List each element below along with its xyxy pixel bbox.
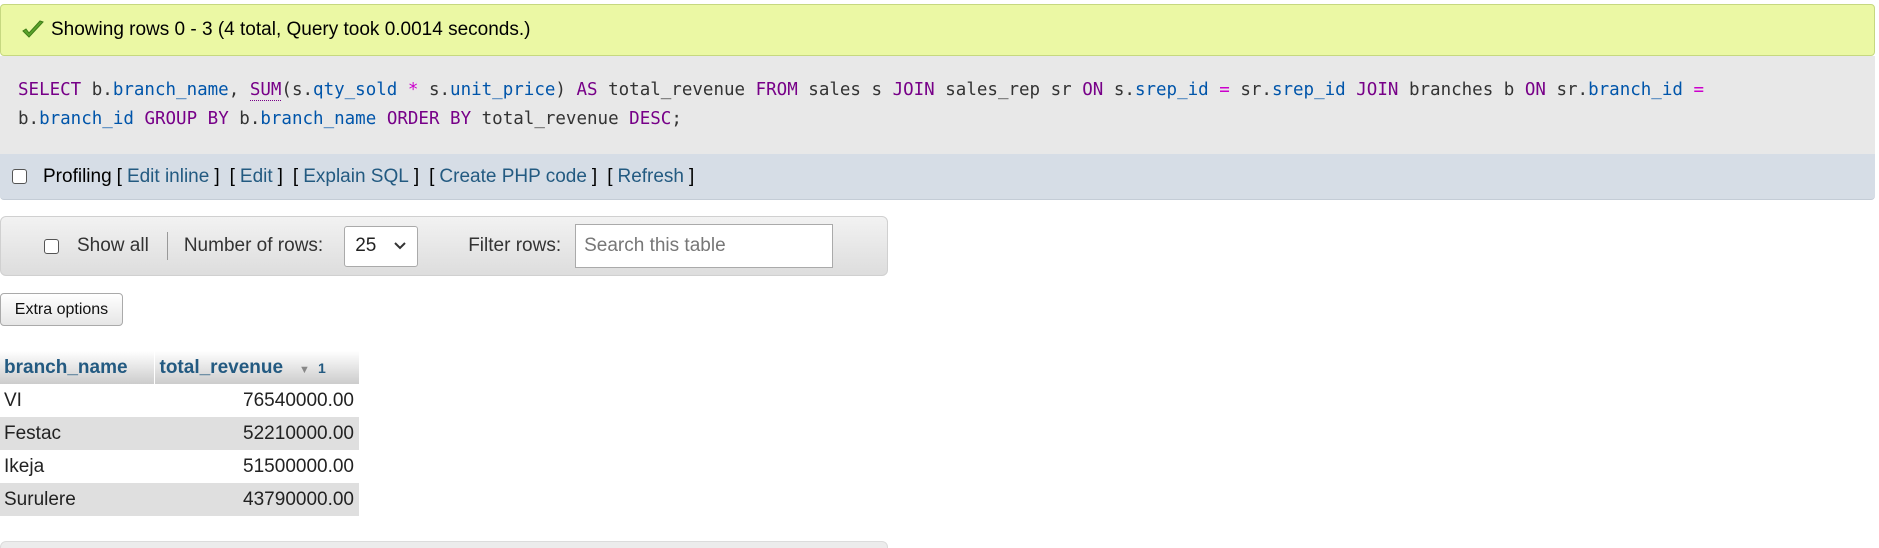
cell-total-revenue[interactable]: 51500000.00: [154, 450, 359, 483]
navigation-toolbar: Show all Number of rows: 25 Filter rows:: [0, 216, 888, 276]
bracket: ]: [277, 165, 283, 187]
profiling-checkbox[interactable]: [12, 169, 27, 184]
chevron-down-icon: [393, 235, 407, 257]
sql-token: ;: [671, 109, 682, 129]
table-row: VI 76540000.00: [0, 384, 359, 417]
sql-token: srep_id: [1271, 80, 1346, 100]
bracket: [: [229, 165, 235, 187]
sql-token: b.: [228, 109, 261, 129]
sql-query-display: SELECT b.branch_name, SUM(s.qty_sold * s…: [0, 56, 1875, 154]
show-all-checkbox[interactable]: [44, 238, 59, 254]
filter-rows-input[interactable]: [575, 224, 834, 268]
sql-token: srep_id: [1134, 80, 1209, 100]
sql-token: branch_id: [1588, 80, 1683, 100]
sql-token: s.: [1103, 80, 1135, 100]
sql-token: sr.: [1229, 80, 1272, 100]
bracket: ]: [689, 165, 695, 187]
sql-token: JOIN: [892, 80, 935, 100]
sql-token: sales_rep sr: [934, 80, 1083, 100]
rows-label: Number of rows:: [183, 235, 324, 256]
sql-token: SUM: [249, 80, 282, 101]
sql-token: =: [1219, 80, 1230, 100]
sql-token: =: [1693, 80, 1705, 100]
sql-token: total_revenue: [471, 109, 630, 129]
bracket: [: [292, 165, 299, 187]
sql-token: branch_name: [260, 109, 377, 129]
bracket: [: [116, 165, 122, 187]
sql-token: qty_sold: [313, 80, 398, 100]
filter-rows-label: Filter rows:: [468, 235, 562, 256]
show-all-label[interactable]: Show all: [77, 235, 149, 257]
explain-sql-link[interactable]: Explain SQL: [303, 166, 409, 188]
edit-link[interactable]: Edit: [240, 166, 273, 188]
column-header-branch-name[interactable]: branch_name: [0, 351, 155, 384]
sql-token: b.: [81, 80, 113, 100]
column-label: branch_name: [4, 356, 128, 378]
sql-token: FROM: [755, 80, 798, 100]
profiling-label: Profiling: [43, 165, 112, 187]
cell-branch-name[interactable]: Surulere: [0, 483, 154, 516]
sql-token: JOIN: [1356, 80, 1399, 100]
rows-per-page-value: 25: [355, 235, 377, 256]
sql-token: total_revenue: [597, 80, 756, 100]
sql-token: s.: [418, 80, 451, 100]
cell-total-revenue[interactable]: 43790000.00: [154, 483, 359, 516]
column-header-total-revenue[interactable]: total_revenue ▼ 1: [154, 351, 360, 384]
sql-token: ON: [1524, 80, 1546, 100]
cell-branch-name[interactable]: Ikeja: [0, 450, 154, 483]
sort-descending-icon: ▼: [299, 363, 310, 376]
cell-branch-name[interactable]: VI: [0, 384, 154, 417]
edit-inline-link[interactable]: Edit inline: [127, 166, 209, 188]
rows-per-page-select[interactable]: 25: [344, 225, 419, 267]
sql-token: AS: [576, 80, 598, 100]
results-table: branch_name total_revenue ▼ 1 VI 76540000.…: [0, 351, 360, 516]
bracket: ]: [214, 165, 220, 187]
sql-token: SELECT: [18, 80, 82, 100]
check-icon: [21, 19, 45, 41]
success-message: Showing rows 0 - 3 (4 total, Query took …: [0, 4, 1875, 56]
sql-token: ON: [1082, 80, 1104, 100]
table-row: Surulere 43790000.00: [0, 483, 359, 516]
refresh-link[interactable]: Refresh: [617, 166, 684, 188]
cell-total-revenue[interactable]: 52210000.00: [154, 417, 359, 450]
bracket: [: [429, 165, 435, 187]
column-label: total_revenue: [159, 356, 284, 378]
bracket: [: [607, 165, 613, 187]
sql-token: branch_id: [39, 109, 134, 129]
sql-token: GROUP BY: [144, 109, 229, 129]
sql-token: ,: [228, 80, 250, 100]
bracket: ]: [591, 165, 598, 187]
sql-token: ORDER BY: [386, 109, 472, 129]
cell-branch-name[interactable]: Festac: [0, 417, 154, 450]
sql-token: b.: [18, 109, 40, 129]
sql-token: sr.: [1545, 80, 1589, 100]
bottom-navigation-toolbar: [0, 541, 888, 548]
sql-token: sales s: [797, 80, 893, 100]
create-php-code-link[interactable]: Create PHP code: [439, 166, 587, 188]
table-row: Festac 52210000.00: [0, 417, 359, 450]
sql-token: (s.: [281, 80, 314, 100]
bracket: ]: [413, 165, 420, 187]
table-row: Ikeja 51500000.00: [0, 450, 359, 483]
sql-token: unit_price: [450, 80, 556, 100]
table-header-row: branch_name total_revenue ▼ 1: [0, 351, 360, 384]
divider: [166, 232, 168, 260]
profiling-toolbar: Profiling [ Edit inline ] [ Edit ] [ Exp…: [0, 154, 1875, 200]
cell-total-revenue[interactable]: 76540000.00: [154, 384, 359, 417]
sort-order-number: 1: [317, 359, 326, 376]
success-text: Showing rows 0 - 3 (4 total, Query took …: [51, 19, 531, 40]
extra-options-button[interactable]: Extra options: [0, 293, 123, 326]
sql-token: *: [407, 80, 419, 100]
sql-token: DESC: [629, 109, 672, 129]
sql-token: branches b: [1398, 80, 1525, 100]
sql-token: branch_name: [112, 80, 229, 100]
query-results-page: Showing rows 0 - 3 (4 total, Query took …: [0, 0, 1879, 548]
sql-token: ): [555, 80, 577, 100]
